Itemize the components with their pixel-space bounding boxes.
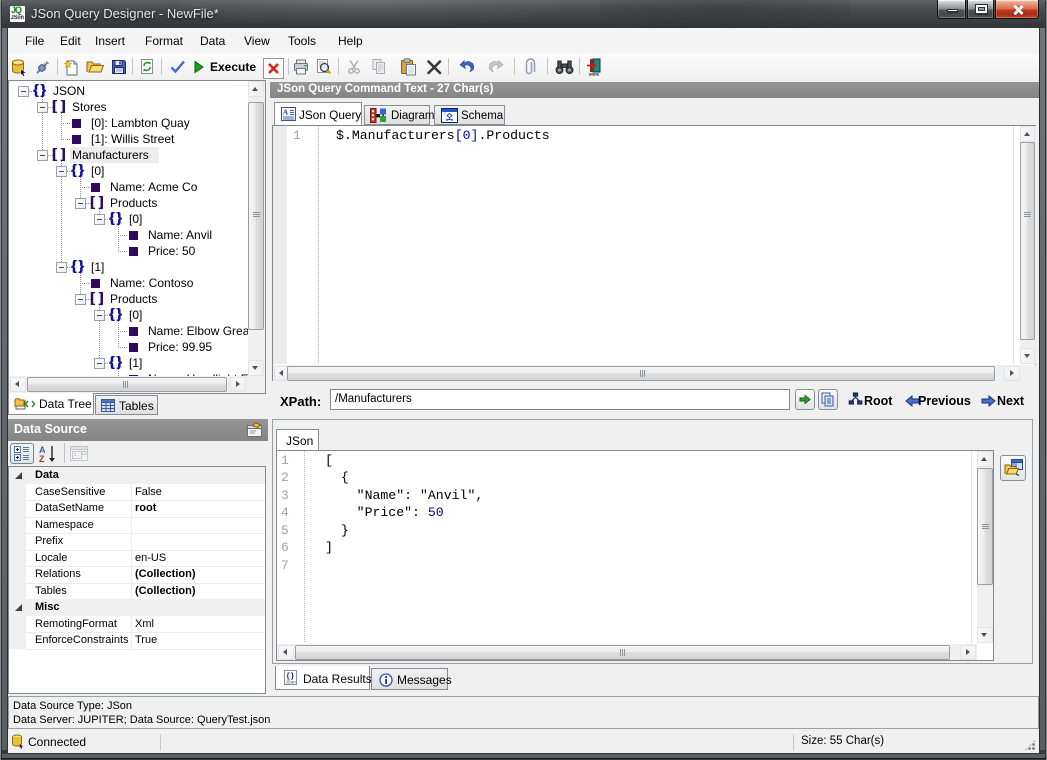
svg-text:A: A bbox=[283, 108, 289, 117]
svg-text:JSon: JSon bbox=[286, 680, 297, 685]
svg-text:Z: Z bbox=[39, 454, 45, 463]
